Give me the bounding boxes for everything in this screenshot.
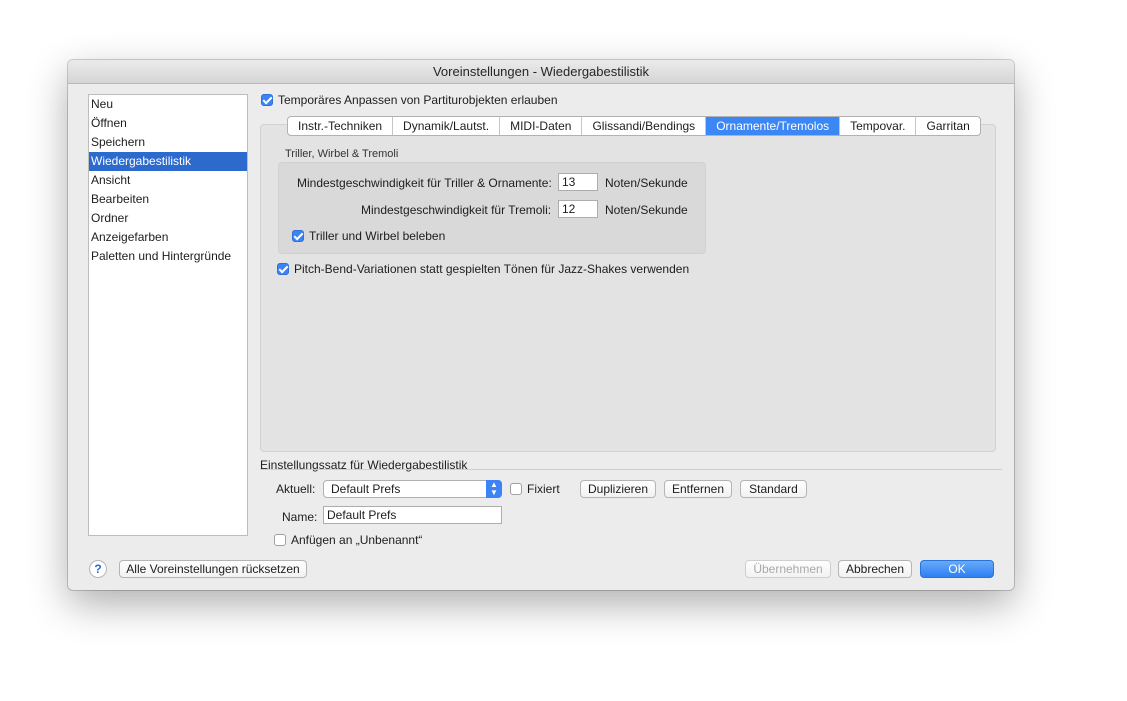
tab-ornamente-tremolos[interactable]: Ornamente/Tremolos xyxy=(706,117,841,135)
tab-instr-techniken[interactable]: Instr.-Techniken xyxy=(288,117,394,135)
cancel-button[interactable]: Abbrechen xyxy=(838,560,912,578)
sidebar-item-oeffnen[interactable]: Öffnen xyxy=(89,114,247,133)
tab-midi-daten[interactable]: MIDI-Daten xyxy=(500,117,583,135)
sidebar-item-ansicht[interactable]: Ansicht xyxy=(89,171,247,190)
min-speed-tremoli-label: Mindestgeschwindigkeit für Tremoli: xyxy=(361,203,552,217)
section-divider xyxy=(260,469,1002,470)
pitchbend-label: Pitch-Bend-Variationen statt gespielten … xyxy=(294,262,690,276)
min-speed-trills-label: Mindestgeschwindigkeit für Triller & Orn… xyxy=(297,176,552,190)
window-title: Voreinstellungen - Wiedergabestilistik xyxy=(68,60,1014,84)
fixed-checkbox[interactable] xyxy=(510,483,522,495)
reset-all-button[interactable]: Alle Voreinstellungen rücksetzen xyxy=(119,560,307,578)
duplicate-button[interactable]: Duplizieren xyxy=(580,480,656,498)
min-speed-trills-input[interactable]: 13 xyxy=(558,173,598,191)
tab-dynamik[interactable]: Dynamik/Lautst. xyxy=(393,117,501,135)
current-preset-label: Aktuell: xyxy=(276,482,316,496)
append-unbenannt-label: Anfügen an „Unbenannt“ xyxy=(291,533,423,547)
preset-name-input[interactable]: Default Prefs xyxy=(323,506,502,524)
sidebar-item-speichern[interactable]: Speichern xyxy=(89,133,247,152)
pitchbend-checkbox[interactable] xyxy=(277,263,289,275)
tab-glissandi[interactable]: Glissandi/Bendings xyxy=(582,117,707,135)
trills-group-title: Triller, Wirbel & Tremoli xyxy=(285,148,399,160)
help-button[interactable]: ? xyxy=(89,560,107,578)
sidebar-item-paletten[interactable]: Paletten und Hintergründe xyxy=(89,247,247,266)
fixed-label: Fixiert xyxy=(527,482,560,496)
standard-button[interactable]: Standard xyxy=(740,480,807,498)
temp-adjust-checkbox[interactable] xyxy=(261,94,273,106)
apply-button[interactable]: Übernehmen xyxy=(745,560,831,578)
temp-adjust-label: Temporäres Anpassen von Partiturobjekten… xyxy=(278,93,558,107)
tab-tempovar[interactable]: Tempovar. xyxy=(840,117,917,135)
append-unbenannt-checkbox[interactable] xyxy=(274,534,286,546)
category-list[interactable]: Neu Öffnen Speichern Wiedergabestilistik… xyxy=(88,94,248,536)
sidebar-item-bearbeiten[interactable]: Bearbeiten xyxy=(89,190,247,209)
tab-garritan[interactable]: Garritan xyxy=(916,117,979,135)
animate-trills-checkbox[interactable] xyxy=(292,230,304,242)
min-speed-trills-unit: Noten/Sekunde xyxy=(605,176,688,190)
min-speed-tremoli-input[interactable]: 12 xyxy=(558,200,598,218)
chevron-updown-icon: ▲ ▼ xyxy=(486,480,502,498)
sidebar-item-wiedergabestilistik[interactable]: Wiedergabestilistik xyxy=(89,152,247,171)
ok-button[interactable]: OK xyxy=(920,560,994,578)
sidebar-item-ordner[interactable]: Ordner xyxy=(89,209,247,228)
min-speed-tremoli-unit: Noten/Sekunde xyxy=(605,203,688,217)
current-preset-value: Default Prefs xyxy=(331,482,401,496)
name-label: Name: xyxy=(282,510,318,524)
preferences-window: Voreinstellungen - Wiedergabestilistik N… xyxy=(68,60,1014,590)
sidebar-item-neu[interactable]: Neu xyxy=(89,95,247,114)
sidebar-item-anzeigefarben[interactable]: Anzeigefarben xyxy=(89,228,247,247)
animate-trills-label: Triller und Wirbel beleben xyxy=(309,229,446,243)
tab-bar: Instr.-Techniken Dynamik/Lautst. MIDI-Da… xyxy=(287,116,981,136)
current-preset-select[interactable]: Default Prefs ▲ ▼ xyxy=(323,480,502,498)
remove-button[interactable]: Entfernen xyxy=(664,480,732,498)
